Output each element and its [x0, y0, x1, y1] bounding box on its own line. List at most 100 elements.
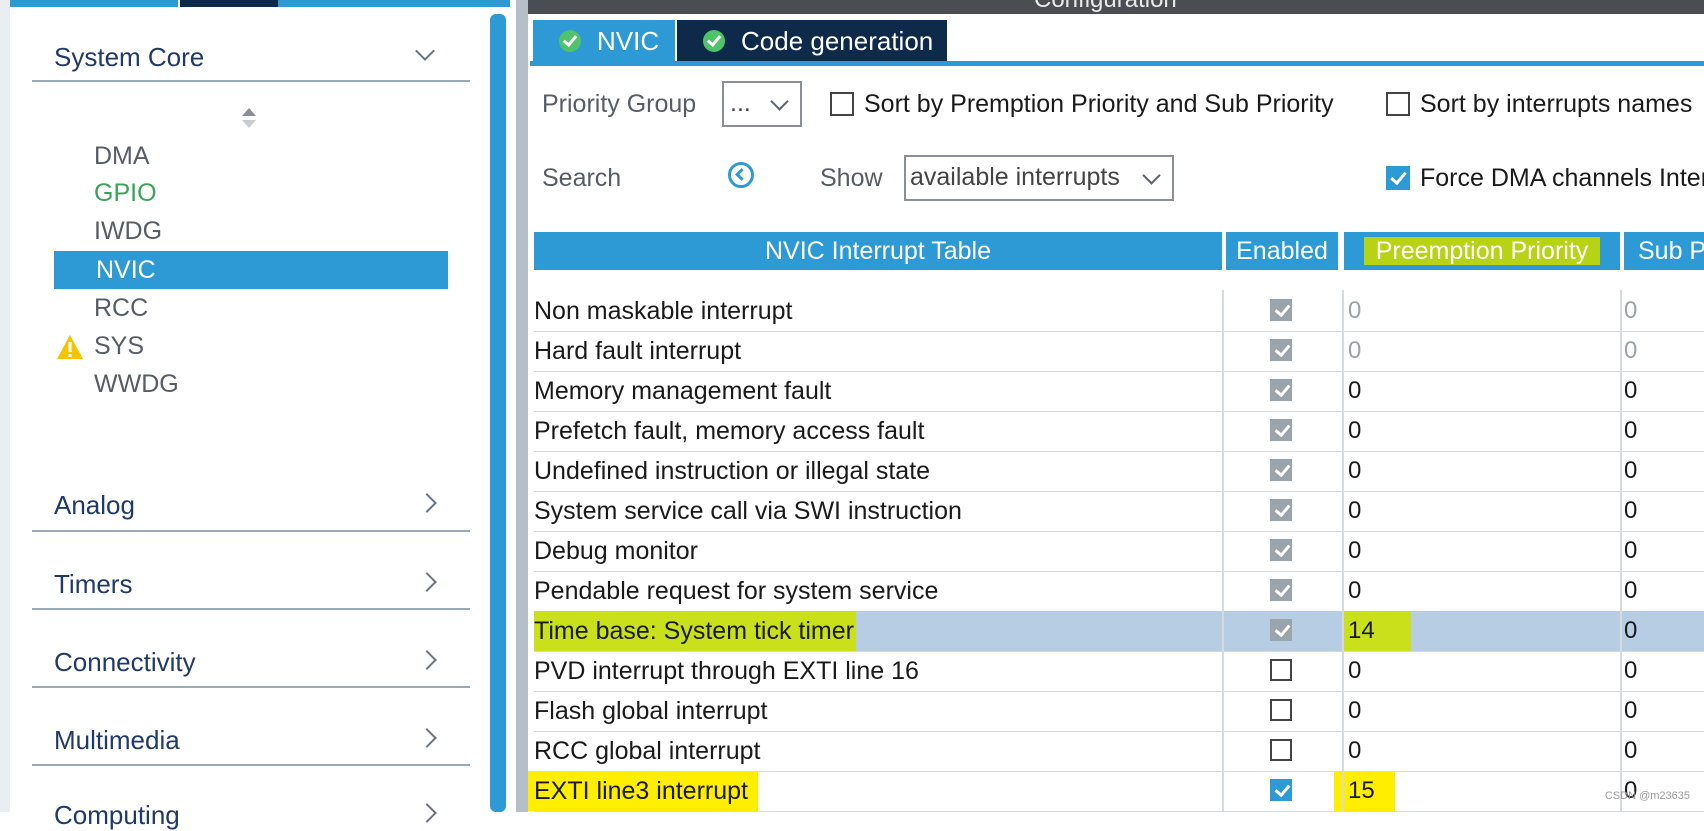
show-select[interactable]: available interrupts: [904, 155, 1174, 201]
enabled-checkbox[interactable]: [1270, 779, 1292, 801]
enabled-checkbox[interactable]: [1270, 699, 1292, 721]
table-row[interactable]: Time base: System tick timer 14 0: [534, 611, 1704, 652]
interrupt-name: EXTI line3 interrupt: [528, 771, 758, 811]
tab-underline: [530, 61, 1704, 66]
preemption-priority-cell[interactable]: 0: [1348, 331, 1361, 371]
column-header-preemption[interactable]: Preemption Priority: [1344, 232, 1620, 270]
force-dma-checkbox[interactable]: [1386, 166, 1410, 190]
sort-names-checkbox[interactable]: [1386, 92, 1410, 116]
sidebar-item-rcc[interactable]: RCC: [94, 289, 148, 327]
left-scrollbar[interactable]: [490, 14, 506, 812]
interrupt-name: PVD interrupt through EXTI line 16: [534, 657, 919, 685]
tab-code-generation[interactable]: Code generation: [677, 20, 947, 62]
table-row[interactable]: Non maskable interrupt 0 0: [534, 291, 1704, 332]
sub-priority-cell[interactable]: 0: [1624, 571, 1637, 611]
category-connectivity[interactable]: Connectivity: [54, 647, 196, 678]
preemption-priority-cell[interactable]: 0: [1348, 451, 1361, 491]
chevron-right-icon[interactable]: [417, 728, 437, 748]
column-header-sub[interactable]: Sub Priority: [1624, 232, 1704, 270]
sidebar-item-iwdg[interactable]: IWDG: [94, 212, 162, 250]
column-divider: [1342, 290, 1344, 812]
preemption-priority-cell[interactable]: 14: [1342, 611, 1411, 651]
sub-priority-cell[interactable]: 0: [1624, 531, 1637, 571]
sub-priority-cell[interactable]: 0: [1624, 451, 1637, 491]
table-row[interactable]: PVD interrupt through EXTI line 16 0 0: [534, 651, 1704, 692]
category-analog[interactable]: Analog: [54, 490, 135, 521]
chevron-down-icon[interactable]: [415, 41, 435, 61]
chevron-right-icon[interactable]: [417, 650, 437, 670]
table-row[interactable]: Undefined instruction or illegal state 0 0: [534, 451, 1704, 492]
show-label: Show: [820, 164, 883, 192]
preemption-priority-cell[interactable]: 0: [1348, 531, 1361, 571]
interrupt-name: Pendable request for system service: [534, 577, 939, 605]
force-dma-label: Force DMA channels Interrupts: [1420, 164, 1704, 192]
chevron-down-icon: [1142, 166, 1161, 185]
preemption-priority-cell[interactable]: 0: [1348, 411, 1361, 451]
preemption-priority-cell[interactable]: 0: [1348, 371, 1361, 411]
sidebar-item-wwdg[interactable]: WWDG: [94, 365, 179, 403]
clear-search-icon[interactable]: [728, 162, 754, 188]
sub-priority-cell[interactable]: 0: [1624, 731, 1637, 771]
enabled-checkbox: [1270, 379, 1292, 401]
configuration-header: Configuration: [528, 0, 1704, 14]
chevron-down-icon: [770, 92, 789, 111]
chevron-right-icon[interactable]: [417, 572, 437, 592]
table-row[interactable]: Memory management fault 0 0: [534, 371, 1704, 412]
preemption-priority-cell[interactable]: 0: [1348, 691, 1361, 731]
sort-premption-checkbox[interactable]: [830, 92, 854, 116]
enabled-checkbox[interactable]: [1270, 739, 1292, 761]
table-row[interactable]: EXTI line3 interrupt 15 0: [528, 771, 1704, 812]
divider: [32, 530, 470, 532]
sub-priority-cell[interactable]: 0: [1624, 331, 1637, 371]
watermark: CSDN @m23635: [1604, 790, 1690, 802]
left-panel: System Core DMA GPIO IWDG NVIC RCC SYS W…: [0, 0, 516, 830]
category-multimedia[interactable]: Multimedia: [54, 725, 180, 756]
enabled-checkbox: [1270, 459, 1292, 481]
preemption-priority-cell[interactable]: 0: [1348, 731, 1361, 771]
priority-group-label: Priority Group: [542, 90, 697, 118]
table-row[interactable]: Debug monitor 0 0: [534, 531, 1704, 572]
chevron-right-icon[interactable]: [417, 493, 437, 513]
interrupt-name: Time base: System tick timer: [534, 611, 856, 651]
table-row[interactable]: Pendable request for system service 0 0: [534, 571, 1704, 612]
sidebar-item-nvic[interactable]: NVIC: [54, 251, 448, 289]
sub-priority-cell[interactable]: 0: [1624, 651, 1637, 691]
column-header-enabled[interactable]: Enabled: [1226, 232, 1338, 270]
enabled-checkbox: [1270, 339, 1292, 361]
enabled-checkbox[interactable]: [1270, 659, 1292, 681]
sub-priority-cell[interactable]: 0: [1624, 491, 1637, 531]
table-row[interactable]: System service call via SWI instruction 0…: [534, 491, 1704, 532]
tab-nvic[interactable]: NVIC: [533, 20, 675, 62]
sub-priority-cell[interactable]: 0: [1624, 611, 1637, 651]
sidebar-item-gpio[interactable]: GPIO: [94, 174, 157, 212]
category-system-core[interactable]: System Core: [54, 42, 204, 73]
sub-priority-cell[interactable]: 0: [1624, 411, 1637, 451]
enabled-checkbox: [1270, 579, 1292, 601]
interrupt-name: Hard fault interrupt: [534, 337, 742, 365]
show-value: available interrupts: [910, 163, 1120, 191]
table-row[interactable]: RCC global interrupt 0 0: [534, 731, 1704, 772]
table-row[interactable]: Flash global interrupt 0 0: [534, 691, 1704, 732]
preemption-priority-cell[interactable]: 0: [1348, 291, 1361, 331]
sub-priority-cell[interactable]: 0: [1624, 291, 1637, 331]
column-divider: [1620, 290, 1622, 812]
preemption-priority-cell[interactable]: 0: [1348, 571, 1361, 611]
sub-priority-cell[interactable]: 0: [1624, 371, 1637, 411]
sort-arrows-icon[interactable]: [240, 108, 258, 132]
column-divider: [1222, 290, 1224, 812]
sort-names-label: Sort by interrupts names: [1420, 90, 1693, 118]
category-timers[interactable]: Timers: [54, 569, 132, 600]
sidebar-item-sys[interactable]: SYS: [94, 327, 144, 365]
sub-priority-cell[interactable]: 0: [1624, 691, 1637, 731]
divider: [32, 764, 470, 766]
table-row[interactable]: Hard fault interrupt 0 0: [534, 331, 1704, 372]
preemption-priority-cell[interactable]: 0: [1348, 491, 1361, 531]
category-computing[interactable]: Computing: [54, 800, 180, 831]
sidebar-item-dma[interactable]: DMA: [94, 137, 150, 175]
panel-splitter[interactable]: [516, 0, 528, 812]
table-row[interactable]: Prefetch fault, memory access fault 0 0: [534, 411, 1704, 452]
chevron-right-icon[interactable]: [417, 803, 437, 823]
preemption-priority-cell[interactable]: 0: [1348, 651, 1361, 691]
priority-group-select[interactable]: ...: [722, 81, 802, 127]
column-header-name[interactable]: NVIC Interrupt Table: [534, 232, 1222, 270]
